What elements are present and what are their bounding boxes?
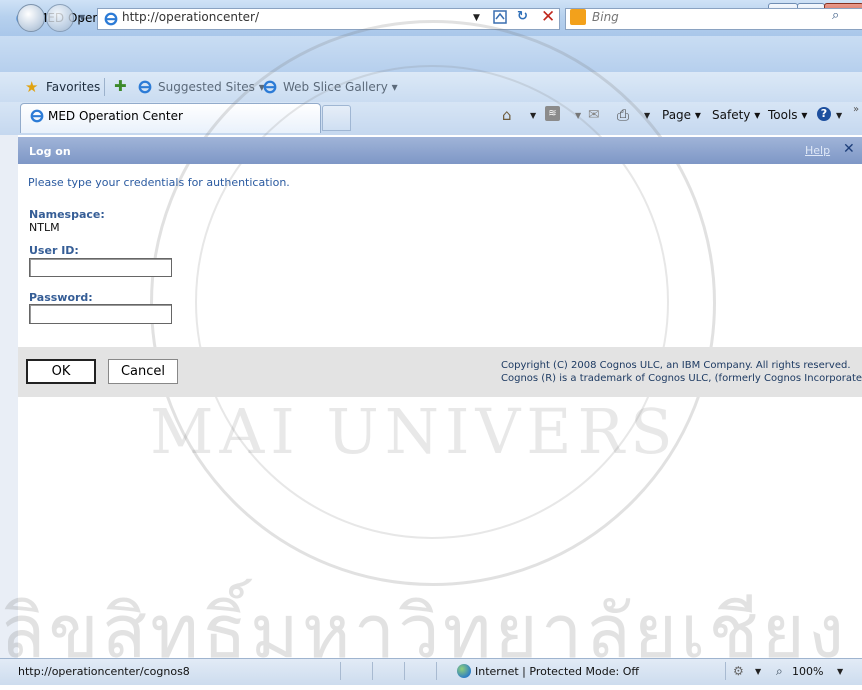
tools-menu[interactable]: Tools ▾: [768, 108, 807, 122]
copyright-line-1: Copyright (C) 2008 Cognos ULC, an IBM Co…: [501, 360, 851, 371]
security-zone-text[interactable]: Internet | Protected Mode: Off: [475, 665, 639, 678]
address-input[interactable]: [122, 10, 462, 24]
web-slice-gallery-link[interactable]: Web Slice Gallery ▾: [283, 80, 398, 94]
suggested-sites-link[interactable]: Suggested Sites ▾: [158, 80, 265, 94]
userid-label: User ID:: [29, 244, 79, 257]
favorites-button[interactable]: Favorites: [46, 80, 100, 94]
search-input[interactable]: [592, 10, 812, 24]
cancel-button[interactable]: Cancel: [108, 359, 178, 384]
new-tab-button[interactable]: [322, 105, 351, 131]
page-ie-icon: [104, 12, 118, 26]
home-dropdown-icon[interactable]: ▼: [530, 111, 536, 120]
back-button[interactable]: [17, 4, 45, 32]
status-divider: [372, 662, 373, 680]
tab-ie-icon: [30, 109, 44, 123]
status-divider: [436, 662, 437, 680]
zoom-icon[interactable]: ⌕: [776, 664, 783, 679]
favorites-star-icon[interactable]: ★: [25, 78, 38, 96]
protected-mode-icon[interactable]: ⚙: [733, 664, 744, 678]
refresh-icon[interactable]: ↻: [517, 9, 528, 24]
ok-button[interactable]: OK: [26, 359, 96, 384]
status-url: http://operationcenter/cognos8: [18, 665, 190, 678]
suggested-sites-ie-icon: [138, 80, 152, 94]
favorites-separator: [104, 78, 105, 96]
more-commands-icon[interactable]: »: [853, 104, 859, 115]
namespace-value: NTLM: [29, 221, 60, 234]
close-icon[interactable]: ✕: [843, 141, 855, 157]
help-icon[interactable]: ?: [817, 107, 831, 121]
page-menu[interactable]: Page ▾: [662, 108, 701, 122]
namespace-label: Namespace:: [29, 208, 105, 221]
password-input[interactable]: [29, 304, 172, 324]
address-dropdown-icon[interactable]: ▼: [473, 13, 480, 23]
password-label: Password:: [29, 291, 93, 304]
tab-label: MED Operation Center: [48, 109, 183, 123]
copyright-line-2: Cognos (R) is a trademark of Cognos ULC,…: [501, 373, 862, 384]
status-divider: [725, 662, 726, 680]
internet-globe-icon: [457, 664, 471, 678]
zoom-level[interactable]: 100%: [792, 665, 823, 678]
read-mail-icon[interactable]: ✉: [588, 107, 600, 123]
protected-mode-dropdown-icon[interactable]: ▼: [755, 667, 761, 676]
navigation-bar: [0, 36, 862, 72]
help-link[interactable]: Help: [805, 144, 830, 157]
logon-header-bar: [18, 137, 862, 164]
compatibility-view-icon[interactable]: [492, 9, 508, 25]
search-icon[interactable]: ⌕: [832, 8, 839, 23]
userid-input[interactable]: [29, 258, 172, 277]
home-icon[interactable]: ⌂: [502, 106, 512, 124]
status-divider: [404, 662, 405, 680]
zoom-dropdown-icon[interactable]: ▼: [837, 667, 843, 676]
print-dropdown-icon[interactable]: ▼: [644, 111, 650, 120]
instruction-text: Please type your credentials for authent…: [28, 176, 290, 189]
feeds-dropdown-icon[interactable]: ▼: [575, 111, 581, 120]
print-icon[interactable]: ⎙: [617, 106, 629, 124]
logon-title: Log on: [29, 145, 71, 158]
web-slice-ie-icon: [263, 80, 277, 94]
stop-icon[interactable]: ✕: [541, 7, 555, 27]
favorites-bar: [0, 72, 862, 103]
recent-pages-dropdown-icon[interactable]: ▼: [79, 13, 85, 22]
help-dropdown-icon[interactable]: ▼: [836, 111, 842, 120]
forward-button[interactable]: [46, 4, 74, 32]
status-divider: [340, 662, 341, 680]
safety-menu[interactable]: Safety ▾: [712, 108, 760, 122]
bing-logo-icon: [570, 9, 586, 25]
add-to-favorites-icon[interactable]: ✚: [114, 77, 127, 95]
feeds-icon[interactable]: ≋: [545, 106, 560, 121]
